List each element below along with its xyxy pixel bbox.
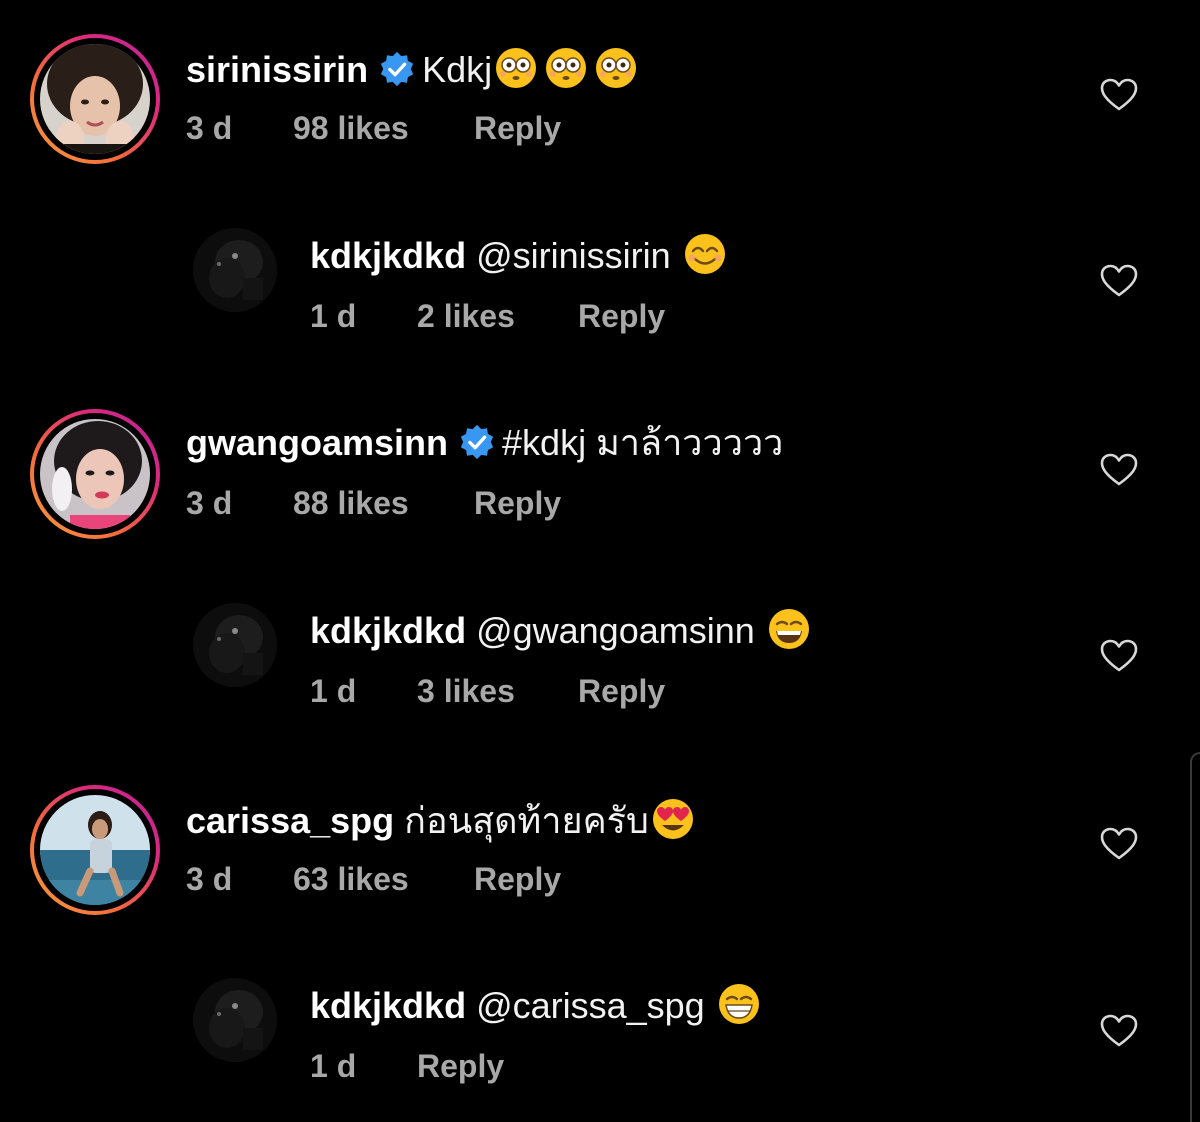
reply-item: kdkjkdkd @sirinissirin 1 d 2 likes Reply (0, 218, 1200, 358)
reply-button[interactable]: Reply (474, 483, 561, 523)
beaming-grin-emoji-icon (718, 984, 759, 1024)
reply-button[interactable]: Reply (417, 1046, 504, 1086)
comment-likes[interactable]: 88 likes (293, 483, 409, 523)
comment-likes[interactable]: 2 likes (417, 296, 515, 336)
scrollbar[interactable] (1190, 752, 1200, 1122)
comment-text: @sirinissirin (476, 235, 671, 276)
avatar[interactable] (193, 228, 277, 312)
comment-text: @gwangoamsinn (476, 610, 755, 651)
comment-age: 3 d (186, 110, 233, 146)
flushed-emoji-icon (496, 48, 537, 88)
reply-item: kdkjkdkd @carissa_spg 1 d Reply (0, 968, 1200, 1108)
reply-button[interactable]: Reply (578, 671, 665, 711)
flushed-emoji-icon (596, 48, 637, 88)
flushed-emoji-icon (546, 48, 587, 88)
comment-username[interactable]: gwangoamsinn (186, 422, 448, 463)
comment-item: sirinissirin Kdkj 3 d 98 likes Reply (0, 30, 1200, 170)
verified-badge-icon (460, 424, 494, 460)
comment-item: carissa_spg ก่อนสุดท้ายครับ 3 d 63 likes … (0, 781, 1200, 921)
comment-age: 3 d (186, 861, 233, 897)
comment-age: 1 d (310, 673, 357, 709)
grinning-squint-emoji-icon (768, 609, 809, 649)
heart-eyes-emoji-icon (652, 799, 693, 839)
heart-outline-icon[interactable] (1100, 827, 1138, 861)
avatar[interactable] (193, 603, 277, 687)
avatar[interactable] (193, 978, 277, 1062)
heart-outline-icon[interactable] (1100, 1014, 1138, 1048)
comment-likes[interactable]: 3 likes (417, 671, 515, 711)
smiling-eyes-emoji-icon (684, 234, 725, 274)
reply-button[interactable]: Reply (578, 296, 665, 336)
heart-outline-icon[interactable] (1100, 453, 1138, 487)
comment-text: ก่อนสุดท้ายครับ (404, 800, 649, 841)
comment-username[interactable]: kdkjkdkd (310, 985, 466, 1026)
reply-button[interactable]: Reply (474, 859, 561, 899)
comment-item: gwangoamsinn #kdkj มาล้าววววว 3 d 88 like… (0, 405, 1200, 545)
comment-age: 3 d (186, 485, 233, 521)
heart-outline-icon[interactable] (1100, 264, 1138, 298)
comment-text: Kdkj (422, 49, 493, 90)
heart-outline-icon[interactable] (1100, 78, 1138, 112)
comment-age: 1 d (310, 298, 357, 334)
comment-text: #kdkj มาล้าววววว (502, 422, 784, 463)
comment-username[interactable]: carissa_spg (186, 800, 394, 841)
reply-item: kdkjkdkd @gwangoamsinn 1 d 3 likes Reply (0, 593, 1200, 733)
comment-likes[interactable]: 98 likes (293, 108, 409, 148)
comment-age: 1 d (310, 1048, 357, 1084)
comment-likes[interactable]: 63 likes (293, 859, 409, 899)
avatar[interactable] (30, 34, 160, 164)
heart-outline-icon[interactable] (1100, 639, 1138, 673)
comment-username[interactable]: kdkjkdkd (310, 610, 466, 651)
avatar[interactable] (30, 409, 160, 539)
avatar[interactable] (30, 785, 160, 915)
comment-text: @carissa_spg (476, 985, 705, 1026)
comment-username[interactable]: sirinissirin (186, 49, 368, 90)
reply-button[interactable]: Reply (474, 108, 561, 148)
comment-username[interactable]: kdkjkdkd (310, 235, 466, 276)
verified-badge-icon (380, 51, 414, 87)
